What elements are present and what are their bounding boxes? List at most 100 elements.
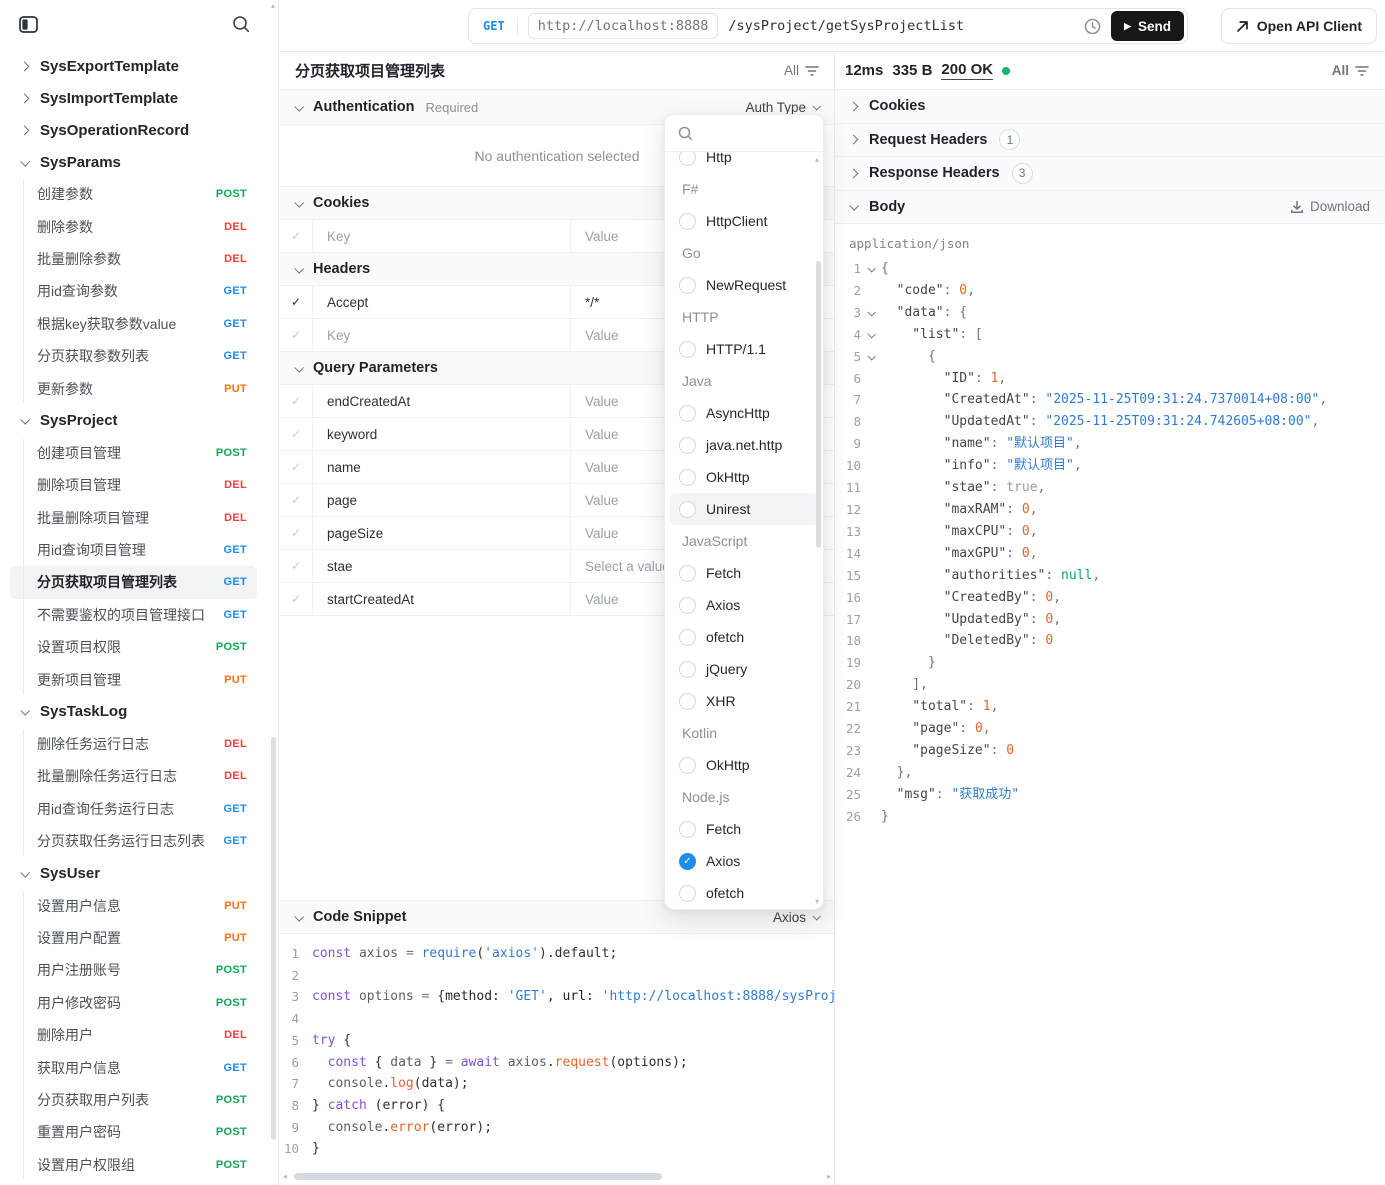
auth-type-select[interactable]: Auth Type [745,100,819,115]
sidebar-item-删除用户[interactable]: 删除用户DEL [0,1019,278,1051]
scrollbar-track[interactable] [291,1173,823,1180]
sidebar-item-用户修改密码[interactable]: 用户修改密码POST [0,987,278,1019]
response-section-cookies[interactable]: Cookies [835,90,1385,124]
fold-toggle[interactable] [861,258,881,280]
language-option-ofetch[interactable]: ofetch [665,877,823,909]
language-option-java.net.http[interactable]: java.net.http [665,429,823,461]
sidebar-item-更新参数[interactable]: 更新参数PUT [0,372,278,404]
sidebar-item-分页获取参数列表[interactable]: 分页获取参数列表GET [0,340,278,372]
language-option-Fetch[interactable]: Fetch [665,813,823,845]
sidebar-item-不需要鉴权的项目管理接口[interactable]: 不需要鉴权的项目管理接口GET [0,599,278,631]
sidebar-item-用户注册账号[interactable]: 用户注册账号POST [0,954,278,986]
response-status[interactable]: 200 OK [941,61,993,80]
sidebar-item-删除项目管理[interactable]: 删除项目管理DEL [0,469,278,501]
search-icon[interactable] [232,15,250,38]
sidebar-item-批量删除项目管理[interactable]: 批量删除项目管理DEL [0,502,278,534]
sidebar-item-获取用户信息[interactable]: 获取用户信息GET [0,1051,278,1083]
key-cell[interactable]: Accept [313,286,571,318]
body-section-header[interactable]: Body Download [835,191,1385,225]
row-checkbox[interactable]: ✓ [280,451,313,483]
sidebar-item-设置用户配置[interactable]: 设置用户配置PUT [0,922,278,954]
key-cell[interactable]: Key [313,319,571,351]
response-filter-button[interactable]: All [1332,63,1369,78]
response-section-request-headers[interactable]: Request Headers1 [835,124,1385,158]
sidebar-item-批量删除参数[interactable]: 批量删除参数DEL [0,243,278,275]
sidebar-item-批量删除任务运行日志[interactable]: 批量删除任务运行日志DEL [0,760,278,792]
sidebar-item-创建项目管理[interactable]: 创建项目管理POST [0,437,278,469]
key-cell[interactable]: keyword [313,418,571,450]
code-snippet-editor[interactable]: 1const axios = require('axios').default;… [280,934,834,1160]
language-option-ofetch[interactable]: ofetch [665,621,823,653]
sidebar-item-更新项目管理[interactable]: 更新项目管理PUT [0,663,278,695]
language-option-jQuery[interactable]: jQuery [665,653,823,685]
fold-toggle[interactable] [861,324,881,346]
dropdown-scrollbar[interactable] [816,261,821,548]
row-checkbox[interactable]: ✓ [280,220,313,252]
sidebar-toggle-icon[interactable] [19,16,38,38]
key-cell[interactable]: name [313,451,571,483]
key-cell[interactable]: pageSize [313,517,571,549]
history-icon[interactable] [1084,18,1101,35]
sidebar-item-设置用户权限组[interactable]: 设置用户权限组POST [0,1149,278,1181]
sidebar-item-根据key获取参数value[interactable]: 根据key获取参数valueGET [0,308,278,340]
sidebar-scroll-up-arrow[interactable]: ▴ [271,1,275,10]
language-option-Http[interactable]: Http [665,152,823,173]
key-cell[interactable]: endCreatedAt [313,385,571,417]
fold-toggle[interactable] [861,302,881,324]
row-checkbox[interactable]: ✓ [280,550,313,582]
open-api-client-button[interactable]: Open API Client [1221,8,1377,44]
language-option-HTTP/1.1[interactable]: HTTP/1.1 [665,333,823,365]
sidebar-item-创建参数[interactable]: 创建参数POST [0,178,278,210]
language-option-XHR[interactable]: XHR [665,685,823,717]
sidebar-group-SysImportTemplate[interactable]: SysImportTemplate [0,82,278,114]
sidebar-item-用id查询项目管理[interactable]: 用id查询项目管理GET [0,534,278,566]
language-option-OkHttp[interactable]: OkHttp [665,461,823,493]
dropdown-scroll-down-arrow[interactable]: ▾ [815,897,819,906]
base-url-input[interactable]: http://localhost:8888 [528,13,719,39]
row-checkbox[interactable]: ✓ [280,484,313,516]
sidebar-item-删除参数[interactable]: 删除参数DEL [0,210,278,242]
sidebar-item-分页获取项目管理列表[interactable]: 分页获取项目管理列表GET [10,566,257,598]
key-cell[interactable]: startCreatedAt [313,583,571,615]
sidebar-item-设置项目权限[interactable]: 设置项目权限POST [0,631,278,663]
response-section-response-headers[interactable]: Response Headers3 [835,157,1385,191]
dropdown-search-input[interactable] [665,115,823,152]
request-path-input[interactable]: /sysProject/getSysProjectList [728,18,1084,34]
send-button[interactable]: ▶ Send [1111,11,1184,41]
language-option-OkHttp[interactable]: OkHttp [665,749,823,781]
sidebar-group-SysUser[interactable]: SysUser [0,857,278,889]
download-button[interactable]: Download [1290,199,1370,214]
key-cell[interactable]: page [313,484,571,516]
language-option-HttpClient[interactable]: HttpClient [665,205,823,237]
sidebar-item-分页获取任务运行日志列表[interactable]: 分页获取任务运行日志列表GET [0,825,278,857]
row-checkbox[interactable]: ✓ [280,583,313,615]
row-checkbox[interactable]: ✓ [280,286,313,318]
fold-toggle[interactable] [861,346,881,368]
sidebar-group-SysExportTemplate[interactable]: SysExportTemplate [0,50,278,82]
sidebar-item-重置用户密码[interactable]: 重置用户密码POST [0,1116,278,1148]
language-option-Axios[interactable]: Axios [665,589,823,621]
sidebar-item-删除任务运行日志[interactable]: 删除任务运行日志DEL [0,728,278,760]
sidebar-group-SysParams[interactable]: SysParams [0,146,278,178]
code-language-select[interactable]: Axios [773,910,819,925]
horizontal-scrollbar[interactable]: ◂ ▸ [283,1171,831,1182]
row-checkbox[interactable]: ✓ [280,517,313,549]
sidebar-group-SysTaskLog[interactable]: SysTaskLog [0,696,278,728]
language-option-NewRequest[interactable]: NewRequest [665,269,823,301]
scrollbar-thumb[interactable] [294,1173,662,1180]
response-body-json[interactable]: 1{2 "code": 0,3 "data": {4 "list": [5 {6… [835,258,1385,828]
sidebar-item-设置用户信息[interactable]: 设置用户信息PUT [0,889,278,921]
scroll-left-arrow[interactable]: ◂ [283,1172,291,1181]
sidebar-scrollbar[interactable] [271,737,276,1140]
sidebar-item-用id查询参数[interactable]: 用id查询参数GET [0,275,278,307]
request-filter-button[interactable]: All [784,63,819,78]
key-cell[interactable]: Key [313,220,571,252]
language-option-Fetch[interactable]: Fetch [665,557,823,589]
language-option-AsyncHttp[interactable]: AsyncHttp [665,397,823,429]
row-checkbox[interactable]: ✓ [280,319,313,351]
sidebar-group-SysProject[interactable]: SysProject [0,405,278,437]
language-option-Axios[interactable]: ✓Axios [665,845,823,877]
sidebar-group-SysOperationRecord[interactable]: SysOperationRecord [0,114,278,146]
scroll-right-arrow[interactable]: ▸ [823,1172,831,1181]
dropdown-scroll-up-arrow[interactable]: ▴ [815,155,819,164]
